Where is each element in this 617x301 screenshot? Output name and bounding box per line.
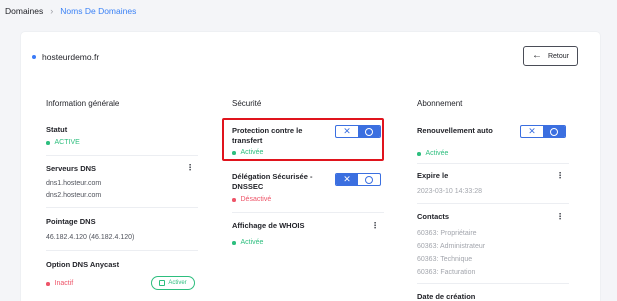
divider: [417, 163, 569, 164]
contact-admin: 60363: Administrateur: [417, 243, 486, 250]
divider: [46, 250, 198, 251]
whois-label: Affichage de WHOIS: [232, 221, 305, 230]
divider: [232, 212, 384, 213]
whois-status-text: Activée: [240, 239, 264, 246]
status-dot-icon: [232, 241, 236, 245]
divider: [46, 207, 198, 208]
contact-billing: 60363: Facturation: [417, 269, 476, 276]
anycast-text: Inactif: [54, 280, 74, 287]
breadcrumb-root[interactable]: Domaines: [5, 6, 43, 16]
renewal-status-text: Activée: [425, 150, 449, 157]
expire-menu-icon[interactable]: ⋮: [556, 172, 564, 180]
expire-value: 2023-03-10 14:33:28: [417, 188, 482, 195]
statut-section: Statut ACTIVE: [46, 125, 80, 148]
circle-icon: [358, 174, 380, 185]
contacts-label: Contacts: [417, 212, 450, 221]
pointage-value: 46.182.4.120 (46.182.4.120): [46, 234, 135, 241]
statut-value: ACTIVE: [46, 138, 80, 148]
close-icon: ✕: [336, 174, 358, 185]
dns-server-2: dns2.hosteur.com: [46, 192, 102, 199]
domain-name: hosteurdemo.fr: [42, 52, 100, 62]
divider: [46, 155, 198, 156]
dns-label: Serveurs DNS: [46, 164, 97, 173]
domain-header: hosteurdemo.fr: [32, 52, 99, 62]
close-icon: ✕: [528, 126, 536, 136]
dnssec-toggle[interactable]: ✕: [335, 173, 381, 186]
arrow-left-icon: ←: [531, 50, 542, 61]
contacts-section: Contacts 60363: Propriétaire 60363: Admi…: [417, 212, 485, 279]
highlight-box: [222, 118, 384, 161]
status-dot-icon: [232, 198, 236, 202]
circle-icon: [543, 126, 565, 137]
info-title: Information générale: [46, 99, 120, 108]
statut-text: ACTIVE: [54, 139, 80, 146]
statut-label: Statut: [46, 125, 68, 134]
back-button[interactable]: ← Retour: [523, 46, 578, 66]
back-button-label: Retour: [547, 52, 569, 60]
domain-dot-icon: [32, 55, 36, 59]
security-title: Sécurité: [232, 99, 262, 108]
anycast-activate-button[interactable]: Activer: [151, 276, 195, 290]
dnssec-status-text: Désactivé: [240, 196, 272, 203]
dnssec-label: Délégation Sécurisée - DNSSEC: [232, 172, 313, 191]
anycast-section: Option DNS Anycast Inactif: [46, 260, 119, 289]
renewal-label: Renouvellement auto: [417, 126, 493, 135]
dns-menu-icon[interactable]: ⋮: [186, 164, 194, 172]
expire-label: Expire le: [417, 171, 449, 180]
anycast-status: Inactif: [46, 279, 119, 289]
contact-tech: 60363: Technique: [417, 256, 473, 263]
divider: [417, 203, 569, 204]
lock-icon: [159, 280, 166, 286]
whois-menu-icon[interactable]: ⋮: [371, 222, 379, 230]
creation-label: Date de création: [417, 292, 476, 301]
dnssec-status: Désactivé: [232, 195, 327, 205]
dns-section: Serveurs DNS dns1.hosteur.com dns2.hoste…: [46, 164, 101, 202]
status-dot-icon: [46, 282, 50, 286]
dnssec-section: Délégation Sécurisée - DNSSEC Désactivé: [232, 172, 327, 205]
pointage-section: Pointage DNS 46.182.4.120 (46.182.4.120): [46, 217, 134, 244]
chevron-right-icon: ›: [50, 6, 54, 16]
pointage-label: Pointage DNS: [46, 217, 96, 226]
expire-section: Expire le 2023-03-10 14:33:28: [417, 171, 482, 198]
renewal-status: Activée: [417, 149, 493, 159]
divider: [417, 283, 569, 284]
renewal-section: Renouvellement auto Activée: [417, 126, 493, 159]
anycast-label: Option DNS Anycast: [46, 260, 120, 269]
status-dot-icon: [46, 141, 50, 145]
contact-owner: 60363: Propriétaire: [417, 230, 477, 237]
contacts-menu-icon[interactable]: ⋮: [556, 213, 564, 221]
whois-section: Affichage de WHOIS Activée: [232, 221, 305, 248]
status-dot-icon: [417, 152, 421, 156]
renewal-toggle[interactable]: ✕: [520, 125, 566, 138]
breadcrumb: Domaines › Noms De Domaines: [5, 4, 136, 18]
whois-status: Activée: [232, 238, 305, 248]
breadcrumb-current[interactable]: Noms De Domaines: [60, 6, 136, 16]
dns-server-1: dns1.hosteur.com: [46, 180, 102, 187]
activate-label: Activer: [168, 280, 187, 286]
creation-section: Date de création: [417, 292, 475, 301]
subscription-title: Abonnement: [417, 99, 463, 108]
